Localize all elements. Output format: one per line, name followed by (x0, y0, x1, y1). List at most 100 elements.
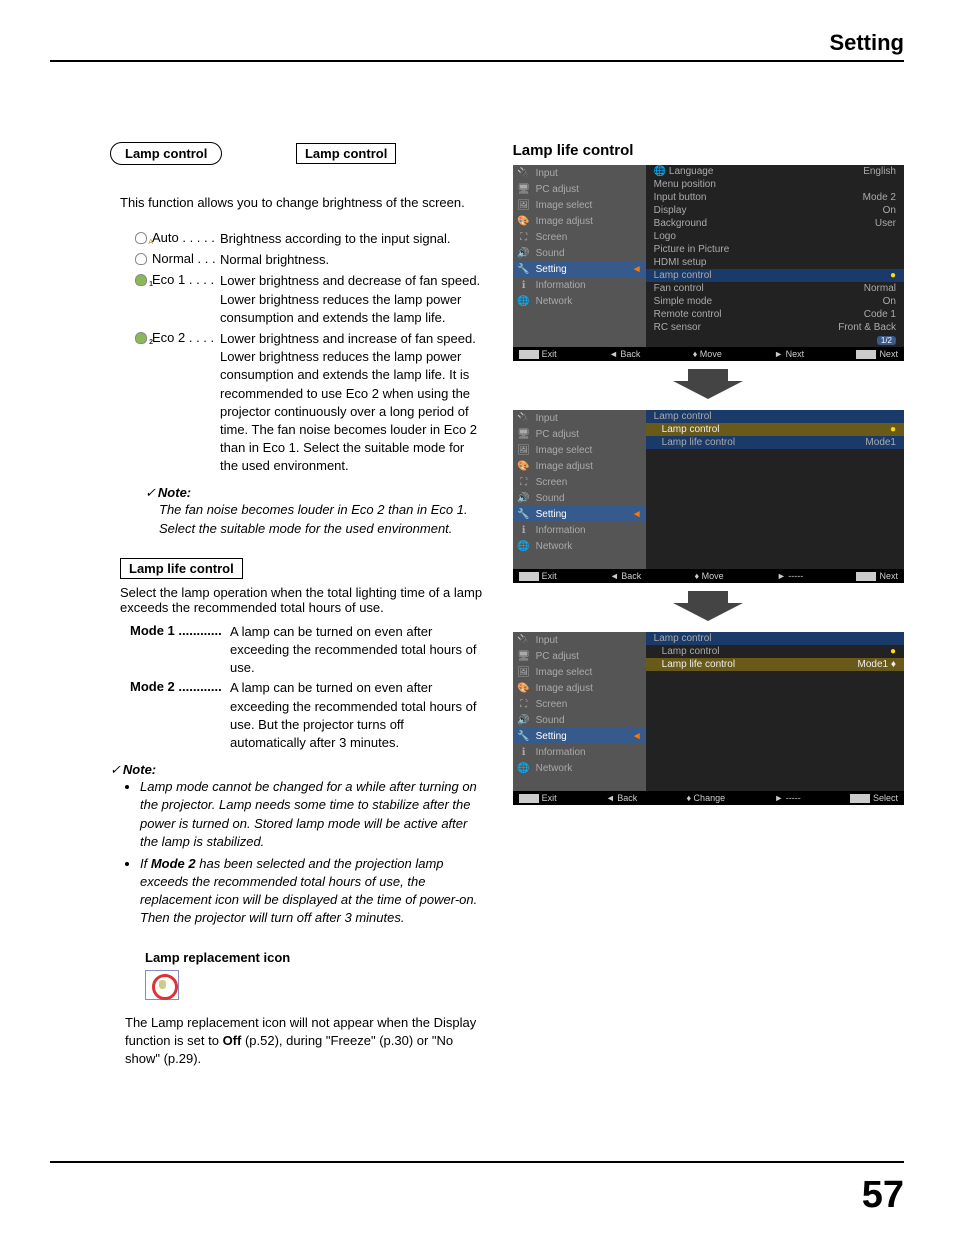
osd-row-lamp-control: Lamp control● (646, 423, 904, 436)
osd-row-lamp-control: Lamp control● (646, 645, 904, 658)
page-header-title: Setting (50, 30, 904, 62)
screen-icon: ⛶ (517, 476, 531, 488)
arrow-down-icon (513, 591, 904, 624)
osd-nav-information: ℹInformation (513, 277, 646, 293)
osd3-nav: 🔌Input🖥PC adjust🖼Image select🎨Image adju… (513, 632, 646, 791)
osd2-nav: 🔌Input🖥PC adjust🖼Image select🎨Image adju… (513, 410, 646, 569)
lamp-life-intro: Select the lamp operation when the total… (120, 585, 483, 615)
information-icon: ℹ (517, 524, 531, 536)
lamp-control-intro: This function allows you to change brigh… (120, 195, 483, 210)
network-icon: 🌐 (517, 762, 531, 774)
input-icon: 🔌 (517, 412, 531, 424)
replacement-icon-section: Lamp replacement icon (145, 950, 483, 1008)
osd1-row-picture-in-picture: Picture in Picture (646, 243, 904, 256)
osd1-row-badge: 1/2 (646, 334, 904, 347)
subheading-lamp-life: Lamp life control (120, 558, 243, 579)
pc-adjust-icon: 🖥 (517, 428, 531, 440)
image-adjust-icon: 🎨 (517, 460, 531, 472)
osd-screenshot-2: 🔌Input🖥PC adjust🖼Image select🎨Image adju… (513, 410, 904, 583)
osd-nav-pc-adjust: 🖥PC adjust (513, 426, 646, 442)
osd-nav-network: 🌐Network (513, 538, 646, 554)
setting-icon: 🔧 (517, 508, 531, 520)
page-number: 57 (862, 1174, 904, 1217)
osd3-content: Lamp control Lamp control●Lamp life cont… (646, 632, 904, 791)
osd-screenshot-1: 🔌Input🖥PC adjust🖼Image select🎨Image adju… (513, 165, 904, 361)
setting-icon: 🔧 (517, 263, 531, 275)
footer-rule (50, 1161, 904, 1163)
osd1-row-input-button: Input buttonMode 2 (646, 191, 904, 204)
replacement-icon-title: Lamp replacement icon (145, 950, 483, 965)
image-select-icon: 🖼 (517, 199, 531, 211)
osd-nav-image-select: 🖼Image select (513, 442, 646, 458)
sound-icon: 🔊 (517, 247, 531, 259)
information-icon: ℹ (517, 746, 531, 758)
osd1-row-background: BackgroundUser (646, 217, 904, 230)
osd-nav-sound: 🔊Sound (513, 245, 646, 261)
osd-nav-network: 🌐Network (513, 293, 646, 309)
subheading-lamp-control: Lamp control (296, 143, 396, 164)
osd3-footer: Exit ◄ Back ♦ Change ► ----- Select (513, 791, 904, 805)
mode2-row: Mode 2 ............ A lamp can be turned… (130, 679, 483, 752)
network-icon: 🌐 (517, 540, 531, 552)
screen-icon: ⛶ (517, 698, 531, 710)
osd-nav-image-adjust: 🎨Image adjust (513, 680, 646, 696)
lamp-life-notes: Note: Lamp mode cannot be changed for a … (110, 762, 483, 928)
osd-row-lamp-life-control: Lamp life controlMode1 (646, 436, 904, 449)
osd-nav-setting: 🔧Setting◄ (513, 506, 646, 522)
bulb-normal-icon (130, 251, 152, 268)
right-column: Lamp life control 🔌Input🖥PC adjust🖼Image… (513, 142, 904, 1068)
osd-nav-image-select: 🖼Image select (513, 664, 646, 680)
osd-nav-information: ℹInformation (513, 522, 646, 538)
mode1-row: Mode 1 ............ A lamp can be turned… (130, 623, 483, 678)
osd1-row-logo: Logo (646, 230, 904, 243)
note-2: If Mode 2 has been selected and the proj… (140, 855, 483, 928)
osd-nav-information: ℹInformation (513, 744, 646, 760)
image-adjust-icon: 🎨 (517, 682, 531, 694)
osd2-footer: Exit ◄ Back ♦ Move ► ----- Next (513, 569, 904, 583)
osd-nav-image-select: 🖼Image select (513, 197, 646, 213)
osd-nav-image-adjust: 🎨Image adjust (513, 213, 646, 229)
osd1-row-simple-mode: Simple modeOn (646, 295, 904, 308)
osd1-row-menu-position: Menu position (646, 178, 904, 191)
main-layout: Lamp control Lamp control This function … (50, 142, 904, 1068)
osd1-row-lamp-control: Lamp control● (646, 269, 904, 282)
osd1-row-language: 🌐 LanguageEnglish (646, 165, 904, 178)
screen-icon: ⛶ (517, 231, 531, 243)
option-auto: Auto . . . . . Brightness according to t… (130, 230, 483, 248)
osd-nav-pc-adjust: 🖥PC adjust (513, 181, 646, 197)
osd-nav-sound: 🔊Sound (513, 712, 646, 728)
arrow-down-icon (513, 369, 904, 402)
pill-lamp-control: Lamp control (110, 142, 222, 165)
image-adjust-icon: 🎨 (517, 215, 531, 227)
osd-nav-setting: 🔧Setting◄ (513, 728, 646, 744)
osd-nav-input: 🔌Input (513, 410, 646, 426)
input-icon: 🔌 (517, 167, 531, 179)
image-select-icon: 🖼 (517, 666, 531, 678)
setting-icon: 🔧 (517, 730, 531, 742)
input-icon: 🔌 (517, 634, 531, 646)
note-1: Lamp mode cannot be changed for a while … (140, 778, 483, 851)
osd-screenshot-3: 🔌Input🖥PC adjust🖼Image select🎨Image adju… (513, 632, 904, 805)
right-title: Lamp life control (513, 142, 904, 159)
osd-nav-screen: ⛶Screen (513, 229, 646, 245)
osd1-row-fan-control: Fan controlNormal (646, 282, 904, 295)
bulb-auto-icon (130, 230, 152, 247)
osd1-nav: 🔌Input🖥PC adjust🖼Image select🎨Image adju… (513, 165, 646, 347)
lamp-replacement-icon (145, 970, 179, 1000)
bulb-eco2-icon (130, 330, 152, 347)
osd-nav-pc-adjust: 🖥PC adjust (513, 648, 646, 664)
osd1-footer: Exit ◄ Back ♦ Move ► Next Next (513, 347, 904, 361)
network-icon: 🌐 (517, 295, 531, 307)
osd1-content: 🌐 LanguageEnglishMenu positionInput butt… (646, 165, 904, 347)
osd-nav-screen: ⛶Screen (513, 696, 646, 712)
pc-adjust-icon: 🖥 (517, 650, 531, 662)
osd2-content: Lamp control Lamp control●Lamp life cont… (646, 410, 904, 569)
option-normal: Normal . . . Normal brightness. (130, 251, 483, 269)
replacement-text: The Lamp replacement icon will not appea… (125, 1014, 483, 1069)
osd-nav-setting: 🔧Setting◄ (513, 261, 646, 277)
lamp-control-options: Auto . . . . . Brightness according to t… (130, 230, 483, 475)
osd-nav-image-adjust: 🎨Image adjust (513, 458, 646, 474)
osd-nav-input: 🔌Input (513, 632, 646, 648)
osd-row-lamp-life-control: Lamp life controlMode1 ♦ (646, 658, 904, 671)
osd1-row-display: DisplayOn (646, 204, 904, 217)
